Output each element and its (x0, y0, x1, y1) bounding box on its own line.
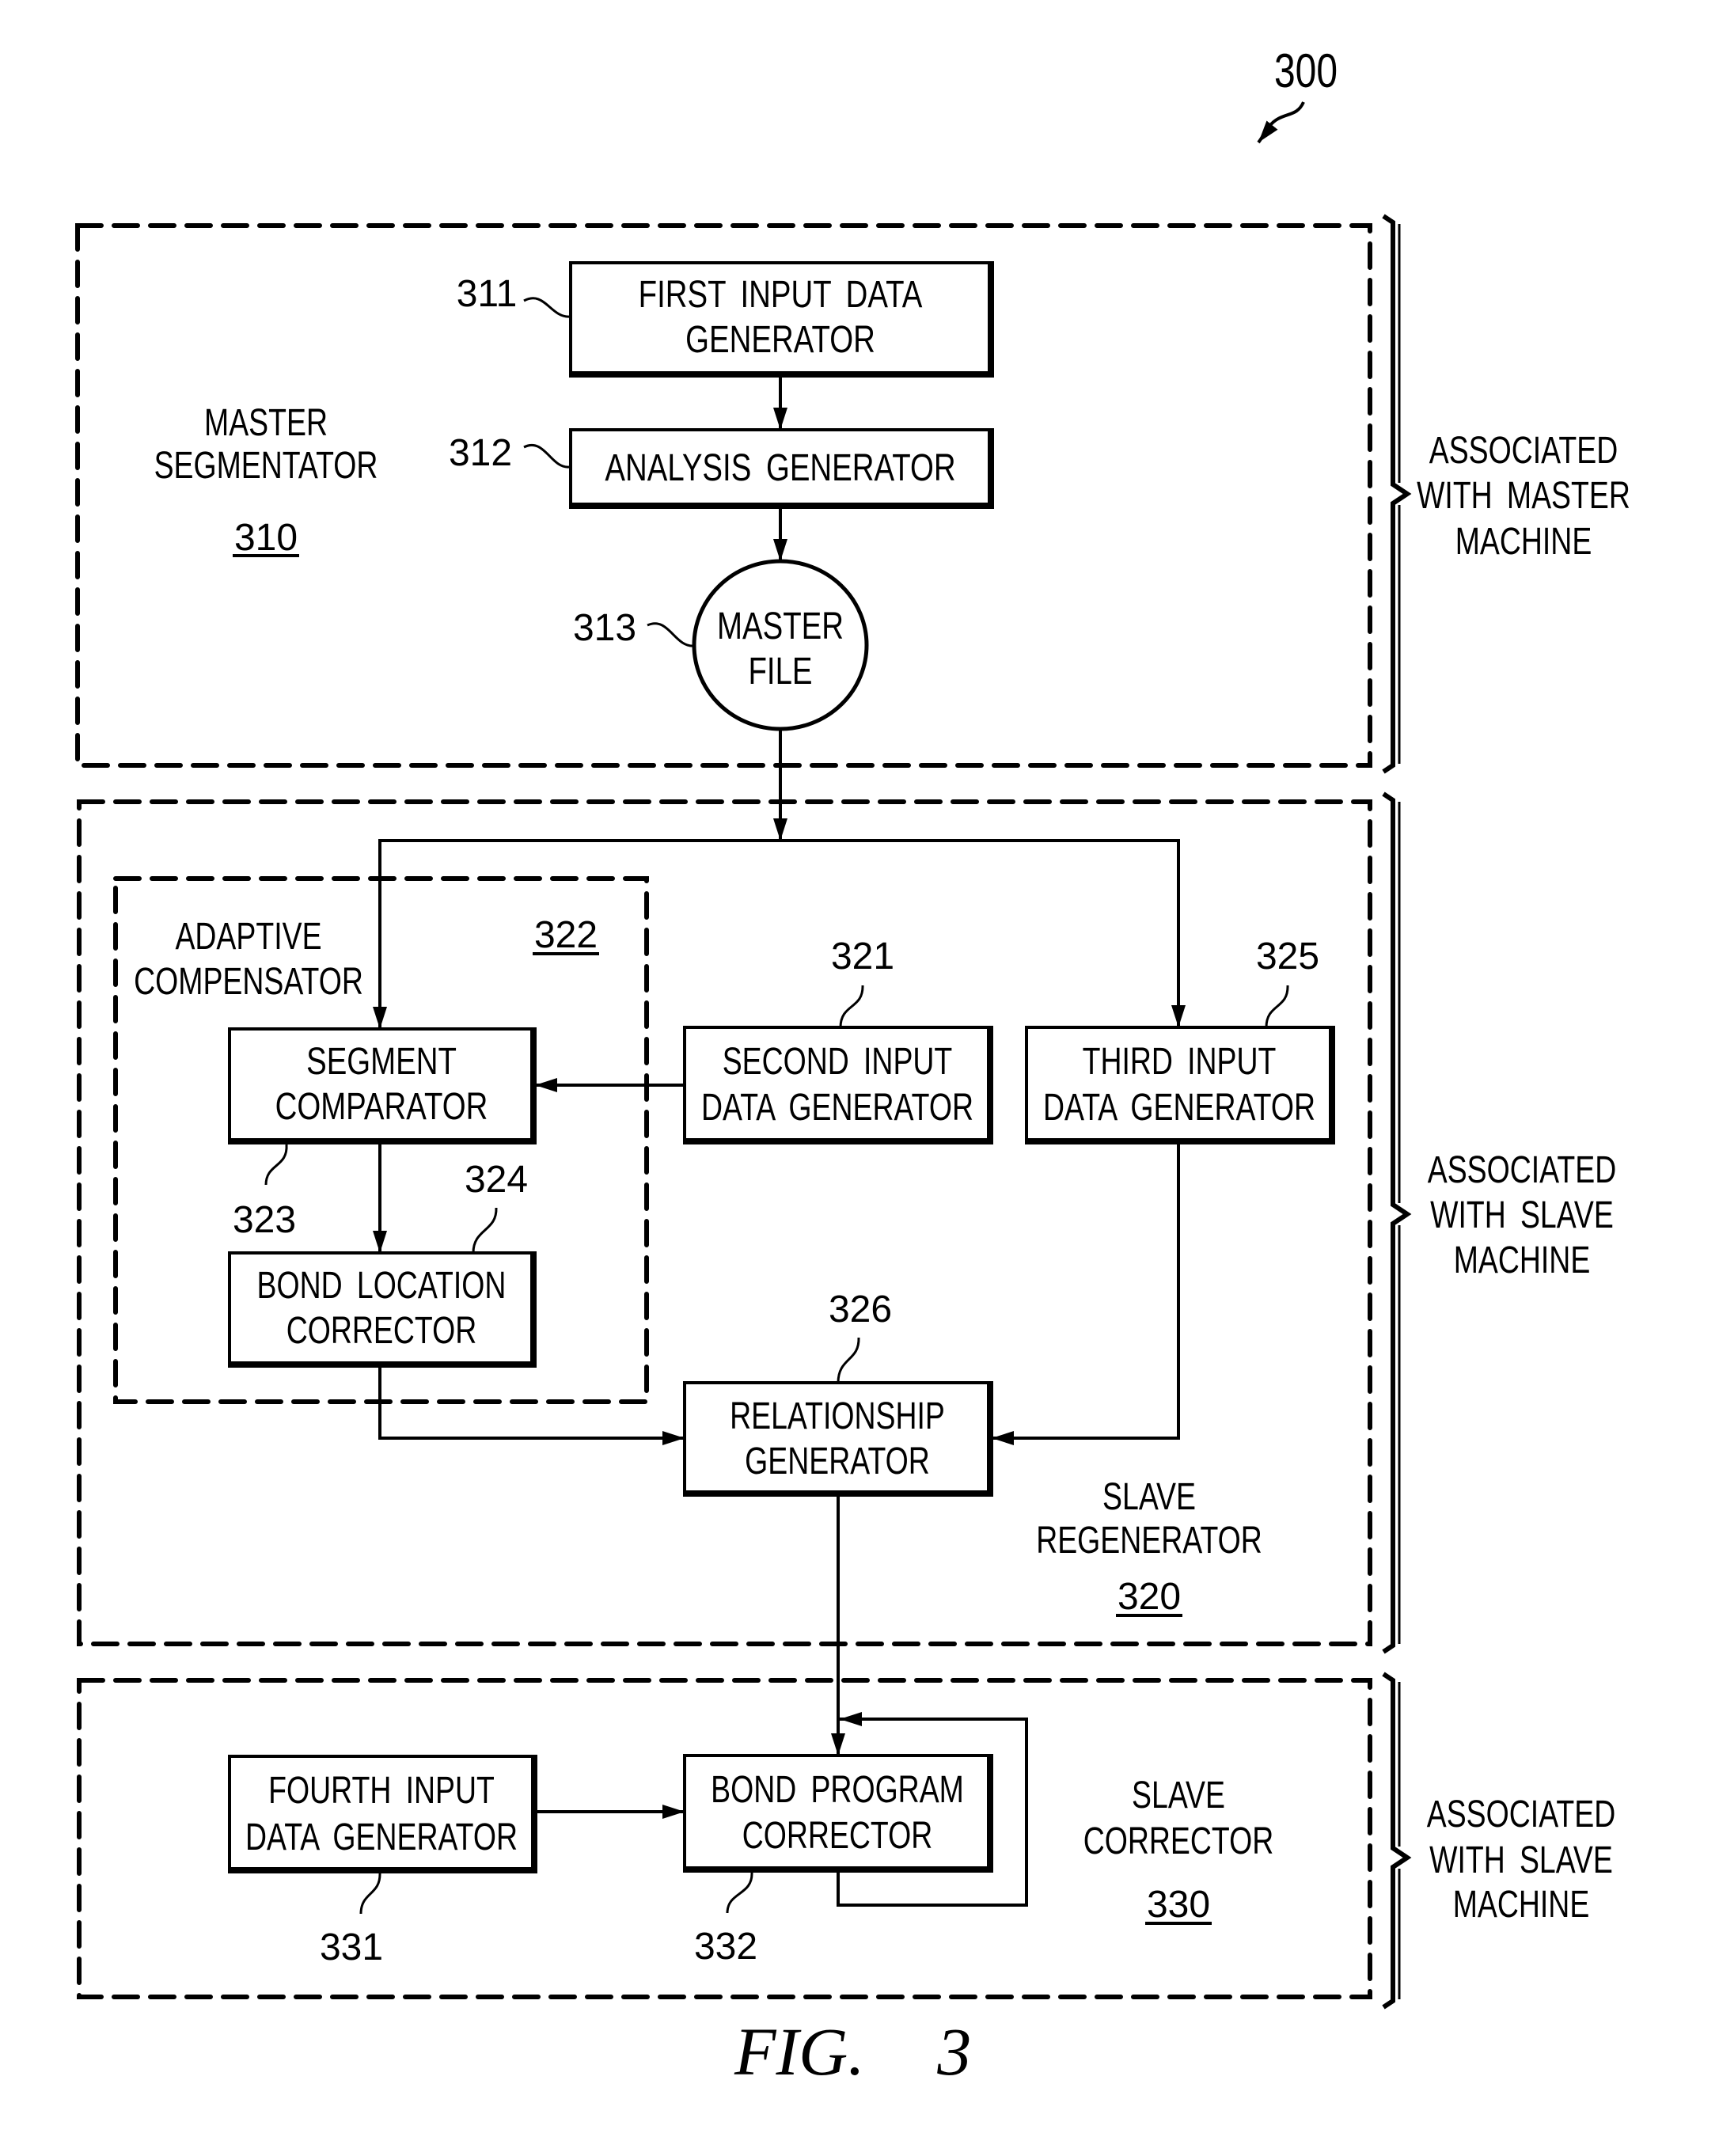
figure-reference: 300 (1274, 44, 1338, 97)
master-segmentator-title-line1: MASTER (204, 402, 328, 445)
second-input-leader (839, 985, 864, 1028)
segment-comparator-block: SEGMENT COMPARATOR (228, 1027, 537, 1144)
block-diagram: 300 MASTER SEGMENTATOR 310 FIRST INPUT D… (75, 44, 1630, 2090)
figure-caption: FIG. 3 (734, 2014, 971, 2090)
master-file-label-line2: FILE (748, 651, 812, 693)
relationship-ref: 326 (829, 1289, 892, 1330)
slave-regenerator-association-line1: ASSOCIATED (1428, 1149, 1616, 1192)
block-label-line1: FIRST INPUT DATA (639, 274, 923, 316)
master-file-ref: 313 (573, 607, 636, 649)
second-input-ref: 321 (831, 936, 894, 977)
block-label-line2: CORRECTOR (286, 1310, 477, 1353)
segment-comparator-ref: 323 (233, 1199, 296, 1241)
first-input-leader (523, 297, 571, 318)
block-label-line2: DATA GENERATOR (701, 1087, 973, 1129)
block-label-line2: GENERATOR (745, 1440, 930, 1483)
third-input-data-generator-block: THIRD INPUT DATA GENERATOR (1025, 1026, 1335, 1144)
third-input-ref: 325 (1256, 936, 1319, 977)
block-label-line2: CORRECTOR (742, 1815, 933, 1858)
slave-regenerator-association-line3: MACHINE (1454, 1239, 1591, 1282)
block-label-line2: GENERATOR (685, 319, 875, 361)
block-label-line2: DATA GENERATOR (245, 1816, 518, 1859)
first-input-ref: 311 (457, 273, 518, 315)
slave-corrector-association-line1: ASSOCIATED (1427, 1794, 1615, 1836)
master-segmentator-ref: 310 (234, 517, 298, 559)
first-input-data-generator-block: FIRST INPUT DATA GENERATOR (569, 261, 994, 378)
block-label-line1: FOURTH INPUT (268, 1770, 495, 1812)
master-file-leader (647, 622, 695, 647)
analysis-ref: 312 (449, 432, 512, 474)
slave-regenerator-brace (1382, 791, 1412, 1654)
analysis-leader (523, 444, 570, 469)
block-label-line1: ANALYSIS GENERATOR (605, 447, 955, 489)
relationship-leader (837, 1337, 860, 1384)
master-segmentator-title-line2: SEGMENTATOR (154, 445, 378, 488)
figure-reference-arrow (1257, 101, 1305, 144)
master-association-line1: ASSOCIATED (1429, 430, 1618, 473)
slave-corrector-ref: 330 (1147, 1884, 1210, 1926)
slave-corrector-association-line3: MACHINE (1453, 1884, 1590, 1926)
block-label-line1: THIRD INPUT (1083, 1041, 1277, 1084)
segment-comparator-leader (264, 1144, 288, 1186)
master-brace (1382, 214, 1412, 774)
bond-location-leader (472, 1207, 498, 1254)
bond-location-corrector-block: BOND LOCATION CORRECTOR (228, 1251, 537, 1368)
master-file-label-line1: MASTER (717, 605, 844, 647)
master-association-line2: WITH MASTER (1417, 475, 1630, 518)
bond-program-ref: 332 (694, 1926, 757, 1968)
slave-corrector-title-line1: SLAVE (1132, 1775, 1225, 1817)
analysis-generator-block: ANALYSIS GENERATOR (569, 428, 994, 509)
fourth-input-leader (359, 1872, 381, 1915)
fourth-input-data-generator-block: FOURTH INPUT DATA GENERATOR (228, 1755, 537, 1873)
block-label-line2: COMPARATOR (275, 1086, 488, 1128)
adaptive-compensator-ref: 322 (534, 914, 598, 956)
block-label-line1: SECOND INPUT (723, 1041, 953, 1084)
master-association-line3: MACHINE (1455, 521, 1592, 564)
bond-location-ref: 324 (465, 1159, 528, 1201)
second-input-data-generator-block: SECOND INPUT DATA GENERATOR (683, 1026, 993, 1144)
slave-corrector-brace (1382, 1672, 1412, 2010)
bond-program-leader (726, 1872, 753, 1914)
slave-regenerator-association-line2: WITH SLAVE (1430, 1194, 1614, 1237)
slave-corrector-title-line2: CORRECTOR (1083, 1820, 1274, 1863)
adaptive-compensator-title-line2: COMPENSATOR (134, 961, 363, 1004)
bond-program-corrector-block: BOND PROGRAM CORRECTOR (683, 1754, 993, 1873)
block-label-line2: DATA GENERATOR (1043, 1087, 1315, 1129)
master-file-node: MASTER FILE (692, 559, 869, 731)
slave-corrector-association-line2: WITH SLAVE (1429, 1839, 1613, 1882)
adaptive-compensator-title-line1: ADAPTIVE (175, 916, 321, 958)
relationship-generator-block: RELATIONSHIP GENERATOR (683, 1381, 993, 1497)
block-label-line1: BOND PROGRAM (711, 1769, 964, 1812)
third-input-leader (1265, 985, 1289, 1028)
arrow-325-to-326 (992, 1143, 1180, 1445)
slave-regenerator-ref: 320 (1118, 1576, 1181, 1618)
block-label-line1: RELATIONSHIP (730, 1395, 945, 1438)
slave-regenerator-title-line1: SLAVE (1102, 1476, 1196, 1519)
slave-regenerator-title-line2: REGENERATOR (1036, 1520, 1262, 1562)
block-label-line1: BOND LOCATION (257, 1265, 507, 1308)
fourth-input-ref: 331 (320, 1926, 383, 1968)
block-label-line1: SEGMENT (306, 1041, 457, 1083)
